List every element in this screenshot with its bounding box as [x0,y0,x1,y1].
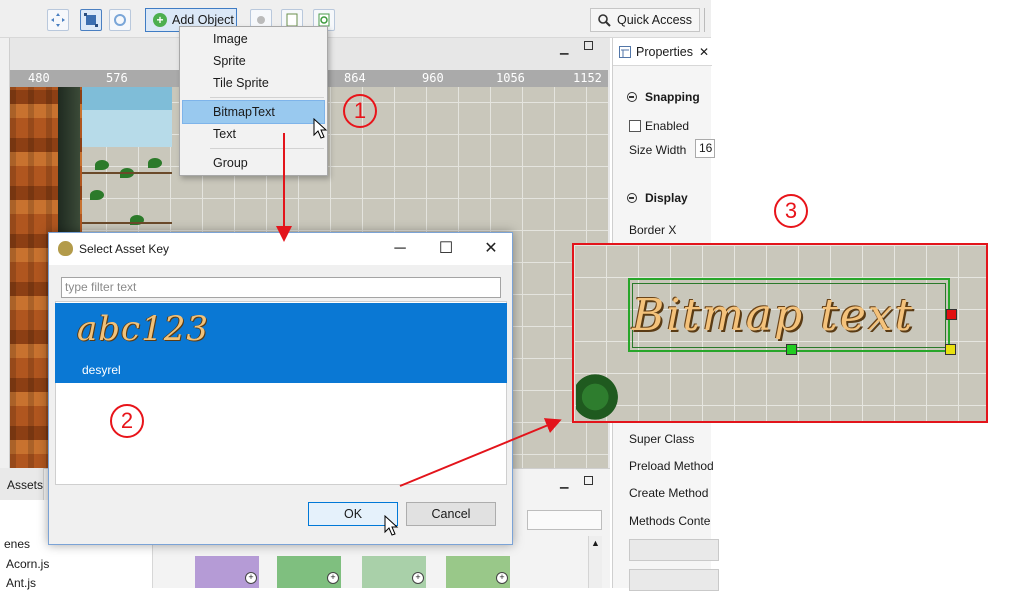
step-3-badge: 3 [774,194,808,228]
step-2-badge: 2 [110,404,144,438]
arrow-dialog-to-result [399,418,562,487]
annotation-arrows [276,133,562,487]
step-1-badge: 1 [343,94,377,128]
